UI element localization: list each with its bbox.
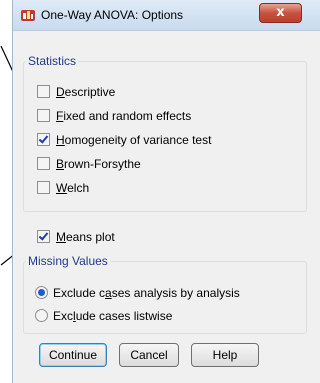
exclude-analysis-by-analysis-mnemonic: a [105,286,112,300]
exclude-listwise-label: Exclude cases listwise [53,308,172,324]
welch-label: Welch [56,180,89,196]
means-plot-mnemonic: M [56,230,66,244]
descriptive-mnemonic: D [56,85,65,99]
exclude-analysis-by-analysis-label-post: ses analysis by analysis [111,286,240,300]
homogeneity-label-text: omogeneity of variance test [64,133,212,147]
means-plot-checkbox[interactable] [37,230,50,243]
brown-forsythe-label-text: rown-Forsythe [64,157,141,171]
exclude-analysis-by-analysis-label: Exclude cases analysis by analysis [53,285,240,301]
missing-values-legend: Missing Values [28,254,108,268]
homogeneity-checkbox[interactable] [37,133,50,146]
help-button[interactable]: Help [191,343,259,367]
fixed-random-effects-checkbox[interactable] [37,109,50,122]
brown-forsythe-checkbox[interactable] [37,157,50,170]
exclude-listwise-label-pre: Exc [53,309,74,323]
welch-label-text: elch [67,181,90,195]
welch-mnemonic: W [56,181,68,195]
brown-forsythe-mnemonic: B [56,157,65,171]
means-plot-label-text: eans plot [66,230,115,244]
continue-button[interactable]: Continue [39,343,107,367]
statistics-legend: Statistics [28,54,77,68]
homogeneity-mnemonic: H [56,133,65,147]
close-button[interactable]: x [259,3,302,23]
window-title: One-Way ANOVA: Options [41,8,184,22]
exclude-listwise-radio[interactable] [35,309,48,322]
cancel-button[interactable]: Cancel [119,343,179,367]
spss-app-icon [21,10,35,21]
fixed-random-effects-label: Fixed and random effects [56,108,191,124]
descriptive-label-text: escriptive [64,85,116,99]
title-bar: One-Way ANOVA: Options x [13,0,320,31]
homogeneity-label: Homogeneity of variance test [56,132,211,148]
exclude-listwise-label-post: ude cases listwise [75,309,173,323]
welch-checkbox[interactable] [37,181,50,194]
descriptive-checkbox[interactable] [37,85,50,98]
fixed-random-effects-label-text: ixed and random effects [63,109,192,123]
options-dialog: One-Way ANOVA: Options x Statistics Desc… [12,0,320,383]
exclude-analysis-by-analysis-label-pre: Exclude c [53,286,106,300]
close-icon: x [276,5,285,20]
brown-forsythe-label: Brown-Forsythe [56,156,141,172]
means-plot-label: Means plot [56,229,115,245]
descriptive-label: Descriptive [56,84,115,100]
exclude-analysis-by-analysis-radio[interactable] [35,286,48,299]
